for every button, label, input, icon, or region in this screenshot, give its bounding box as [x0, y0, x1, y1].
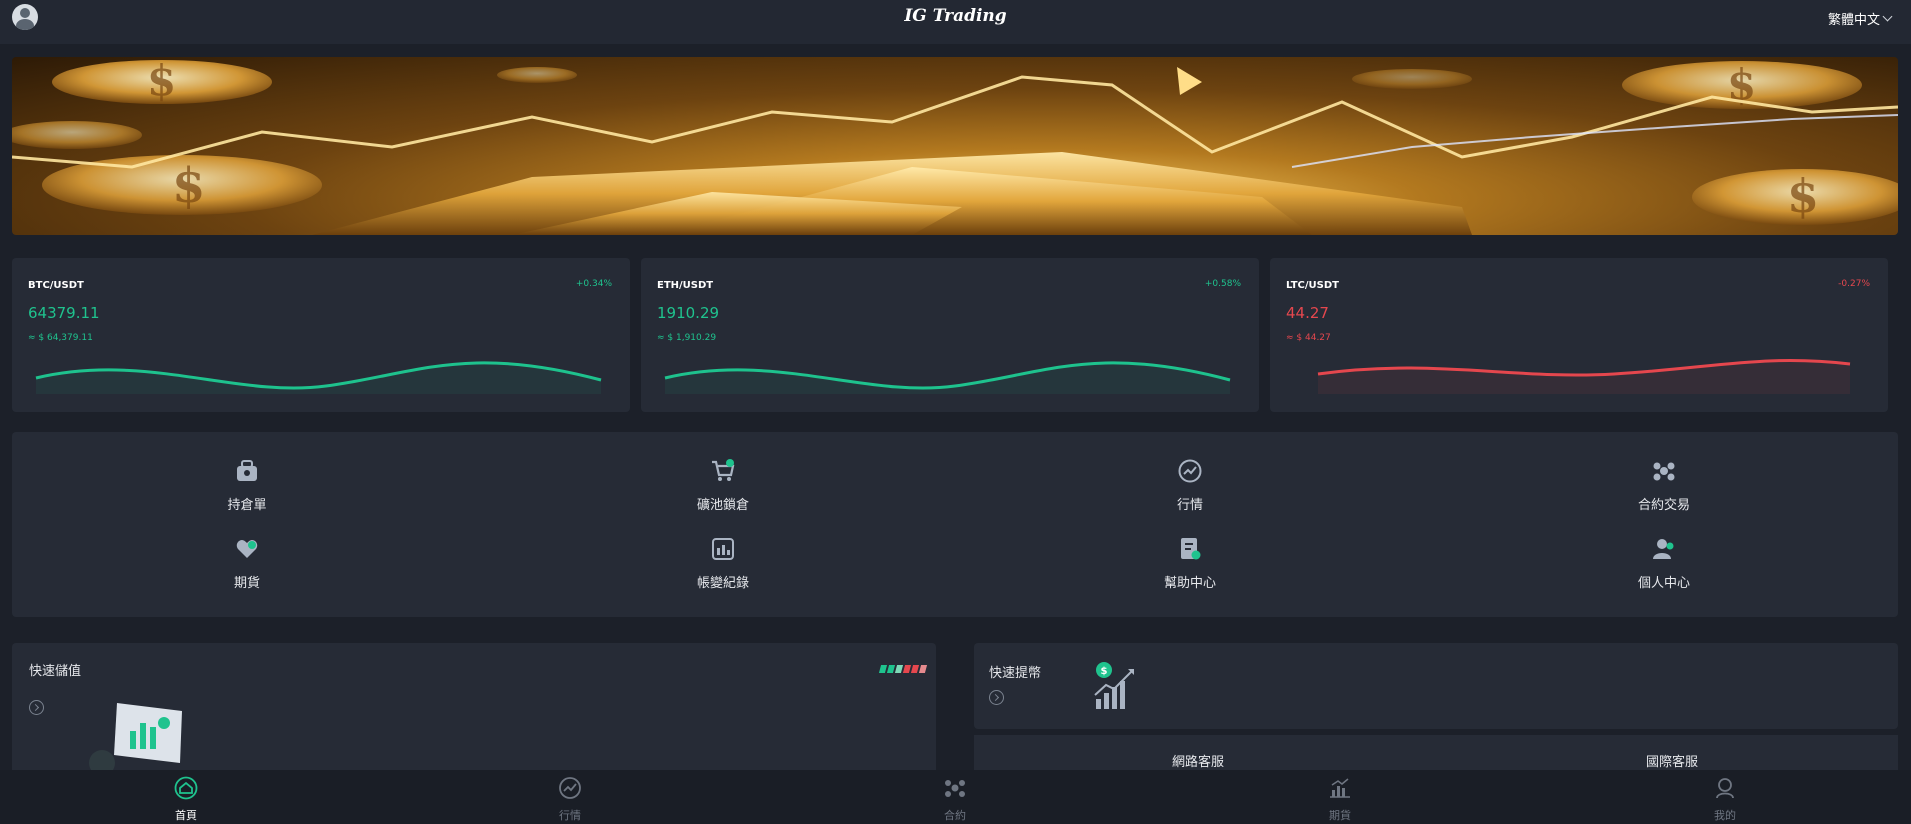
- menu-item-label: 帳變紀錄: [696, 576, 749, 591]
- futures-icon: [1330, 778, 1350, 798]
- intl-service-link[interactable]: 國際客服: [1646, 751, 1698, 770]
- tab-home[interactable]: 首頁: [146, 776, 226, 823]
- withdraw-chart-icon: $: [1094, 662, 1134, 709]
- trend-icon: [1178, 459, 1202, 483]
- menu-item-label: 個人中心: [1637, 576, 1690, 591]
- chevron-down-icon: [1882, 11, 1893, 22]
- cart-icon: [712, 459, 735, 481]
- home-icon: [174, 776, 198, 800]
- menu-item-label: 持倉單: [227, 498, 267, 513]
- ticker-usd-value: ≈ $ 64,379.11: [28, 333, 93, 343]
- ticker-sparkline: [35, 361, 602, 394]
- user-icon: [1653, 539, 1674, 559]
- tab-label: 首頁: [175, 809, 197, 822]
- ticker-card-ltc[interactable]: LTC/USDT -0.27% 44.27 ≈ $ 44.27: [1270, 258, 1888, 412]
- ticker-price: 1910.29: [657, 304, 720, 322]
- language-label: 繁體中文: [1827, 13, 1880, 28]
- ticker-pair: LTC/USDT: [1286, 280, 1339, 291]
- menu-item-label: 期貨: [233, 576, 260, 591]
- ticker-card-btc[interactable]: BTC/USDT +0.34% 64379.11 ≈ $ 64,379.11: [12, 258, 630, 412]
- ticker-usd-value: ≈ $ 1,910.29: [657, 333, 717, 343]
- svg-text:$: $: [1787, 169, 1819, 223]
- menu-item-label: 合約交易: [1637, 498, 1690, 513]
- app-title: IG Trading: [904, 6, 1007, 26]
- bottom-tab-bar: 首頁 行情 合約 期貨 我的: [0, 770, 1911, 824]
- tab-mine[interactable]: 我的: [1685, 776, 1765, 823]
- svg-text:$: $: [1101, 666, 1108, 677]
- ticker-pair: BTC/USDT: [28, 280, 84, 291]
- ticker-sparkline: [1317, 359, 1851, 394]
- ticker-card-eth[interactable]: ETH/USDT +0.58% 1910.29 ≈ $ 1,910.29: [641, 258, 1259, 412]
- tab-label: 我的: [1714, 809, 1736, 822]
- svg-text:$: $: [147, 57, 176, 105]
- tab-label: 合約: [944, 809, 966, 822]
- ticker-usd-value: ≈ $ 44.27: [1286, 333, 1331, 343]
- record-icon: [712, 538, 734, 560]
- menu-item-contract[interactable]: 合約交易: [1594, 458, 1734, 513]
- ticker-change: +0.34%: [575, 279, 612, 289]
- trend-icon: [559, 777, 581, 799]
- menu-item-pool-lock[interactable]: 礦池鎖倉: [653, 458, 793, 513]
- ticker-sparkline: [664, 361, 1231, 394]
- tab-market[interactable]: 行情: [530, 776, 610, 823]
- quick-withdraw-title: 快速提幣: [989, 666, 1042, 681]
- menu-item-market[interactable]: 行情: [1120, 458, 1260, 513]
- arrow-right-circle-icon[interactable]: [989, 690, 1004, 705]
- arrow-right-circle-icon[interactable]: [29, 700, 44, 715]
- ticker-price: 44.27: [1286, 304, 1329, 322]
- ticker-pair: ETH/USDT: [657, 280, 714, 291]
- menu-item-personal-center[interactable]: 個人中心: [1594, 536, 1734, 591]
- svg-text:$: $: [172, 158, 205, 214]
- language-selector[interactable]: 繁體中文: [1827, 9, 1893, 28]
- promo-banner[interactable]: $ $ $ $: [12, 57, 1898, 235]
- contract-icon: [1653, 462, 1675, 481]
- tab-label: 行情: [559, 809, 581, 822]
- quick-deposit-title: 快速儲值: [29, 664, 82, 679]
- quick-menu: 持倉單 礦池鎖倉 行情 合約交易 期貨 帳變紀錄 幫助中心 個人中心: [12, 432, 1898, 617]
- ticker-change: +0.58%: [1204, 279, 1241, 289]
- ticker-change: -0.27%: [1838, 279, 1870, 289]
- menu-item-label: 幫助中心: [1163, 576, 1216, 591]
- menu-item-label: 行情: [1176, 498, 1203, 513]
- help-icon: [1181, 538, 1201, 560]
- menu-item-futures[interactable]: 期貨: [177, 536, 317, 591]
- position-icon: [237, 460, 257, 481]
- online-service-link[interactable]: 網路客服: [1172, 751, 1224, 770]
- banner-artwork: $ $ $ $: [12, 57, 1898, 235]
- quick-withdraw-card[interactable]: 快速提幣 $: [974, 643, 1898, 729]
- tab-contract[interactable]: 合約: [915, 776, 995, 823]
- menu-item-help-center[interactable]: 幫助中心: [1120, 536, 1260, 591]
- menu-item-account-records[interactable]: 帳變紀錄: [653, 536, 793, 591]
- futures-icon: [236, 540, 258, 558]
- tab-futures[interactable]: 期貨: [1300, 776, 1380, 823]
- app-header: IG Trading 繁體中文: [0, 0, 1911, 44]
- tab-label: 期貨: [1329, 809, 1351, 822]
- menu-item-label: 礦池鎖倉: [696, 498, 749, 513]
- ticker-price: 64379.11: [28, 304, 100, 322]
- contract-icon: [945, 780, 965, 797]
- stripe-decoration: [878, 665, 928, 673]
- user-icon: [1716, 778, 1734, 799]
- menu-item-positions[interactable]: 持倉單: [177, 458, 317, 513]
